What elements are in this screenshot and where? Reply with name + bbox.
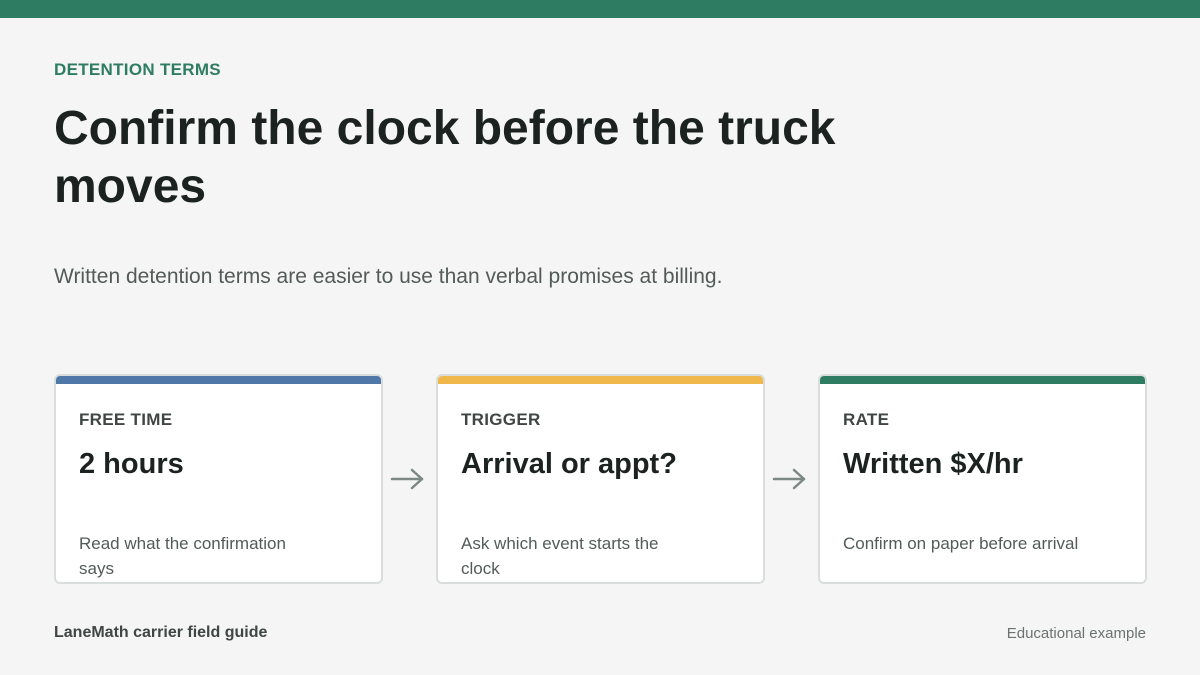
- card-label: FREE TIME: [79, 410, 173, 429]
- card-value: 2 hours: [79, 448, 184, 480]
- card-rate: RATE Written $X/hr Confirm on paper befo…: [818, 374, 1147, 584]
- card-note: Ask which event starts the clock: [461, 534, 659, 578]
- card-note: Confirm on paper before arrival: [843, 534, 1079, 553]
- card-accent-bar: [820, 376, 1145, 384]
- top-accent-bar: [0, 0, 1200, 18]
- page-title: Confirm the clock before the truck moves: [54, 102, 836, 213]
- card-label: TRIGGER: [461, 410, 541, 429]
- card-label: RATE: [843, 410, 890, 429]
- card-free-time: FREE TIME 2 hours Read what the confirma…: [54, 374, 383, 584]
- card-trigger: TRIGGER Arrival or appt? Ask which event…: [436, 374, 765, 584]
- card-value: Written $X/hr: [843, 448, 1023, 480]
- arrow-right-icon: [772, 468, 806, 490]
- card-note: Read what the confirmation says: [79, 534, 286, 578]
- eyebrow-label: DETENTION TERMS: [54, 60, 221, 79]
- page-subtitle: Written detention terms are easier to us…: [54, 265, 723, 288]
- card-value: Arrival or appt?: [461, 448, 677, 480]
- slide: DETENTION TERMS Confirm the clock before…: [0, 0, 1200, 675]
- footer-brand: LaneMath carrier field guide: [54, 624, 268, 641]
- card-accent-bar: [56, 376, 381, 384]
- footer-disclaimer: Educational example: [1006, 625, 1146, 642]
- arrow-right-icon: [390, 468, 424, 490]
- card-accent-bar: [438, 376, 763, 384]
